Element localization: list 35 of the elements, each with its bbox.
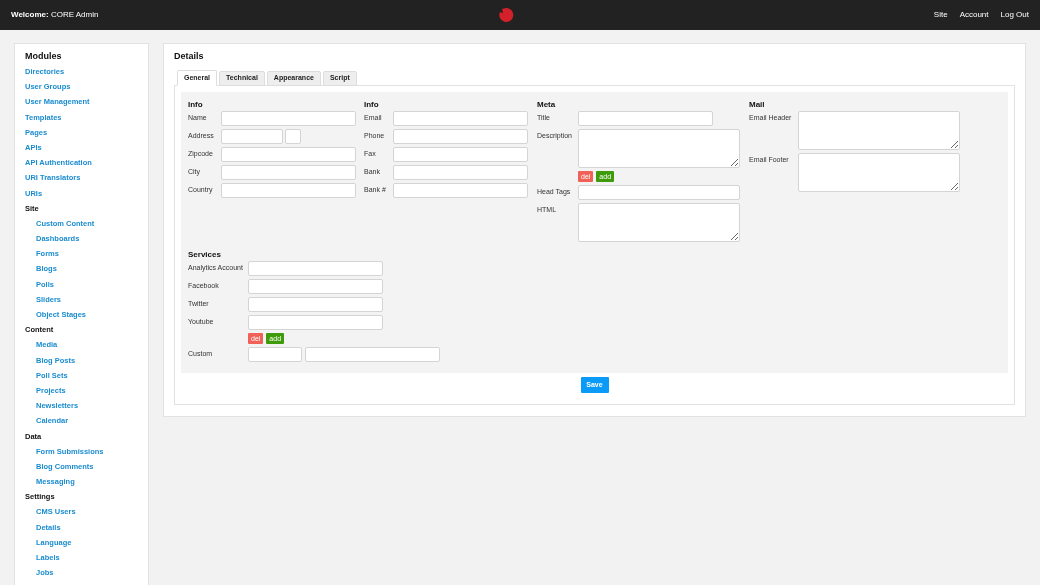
text-field[interactable] xyxy=(393,111,528,126)
text-area[interactable] xyxy=(578,129,740,168)
logo-icon xyxy=(498,7,515,23)
section-heading: Info xyxy=(364,99,380,111)
text-field[interactable] xyxy=(393,129,528,144)
text-field[interactable] xyxy=(285,129,301,144)
text-field[interactable] xyxy=(248,261,383,276)
nav-link[interactable]: Site xyxy=(933,9,948,21)
text-field[interactable] xyxy=(221,129,283,144)
text-area[interactable] xyxy=(798,153,960,192)
text-field[interactable] xyxy=(248,347,302,362)
section-heading: Meta xyxy=(537,99,557,111)
text-field[interactable] xyxy=(221,165,356,180)
section-heading: Services xyxy=(188,249,222,261)
sidebar-title: Modules xyxy=(25,50,63,63)
text-field[interactable] xyxy=(578,111,713,126)
text-field[interactable] xyxy=(578,185,740,200)
text-area[interactable] xyxy=(578,203,740,242)
text-field[interactable] xyxy=(248,279,383,294)
text-field[interactable] xyxy=(393,183,528,198)
text-field[interactable] xyxy=(393,165,528,180)
nav-link[interactable]: Account xyxy=(959,9,989,21)
text-field[interactable] xyxy=(248,315,383,330)
text-field[interactable] xyxy=(305,347,440,362)
section-heading: Info xyxy=(188,99,204,111)
text-field[interactable] xyxy=(393,147,528,162)
text-area[interactable] xyxy=(798,111,960,150)
welcome-text: Welcome: CORE Admin xyxy=(11,9,99,21)
text-field[interactable] xyxy=(221,147,356,162)
nav-link[interactable]: Log Out xyxy=(1000,9,1029,21)
panel-title: Details xyxy=(174,50,205,63)
text-field[interactable] xyxy=(248,297,383,312)
section-heading: Mail xyxy=(749,99,766,111)
text-field[interactable] xyxy=(221,111,356,126)
text-field[interactable] xyxy=(221,183,356,198)
